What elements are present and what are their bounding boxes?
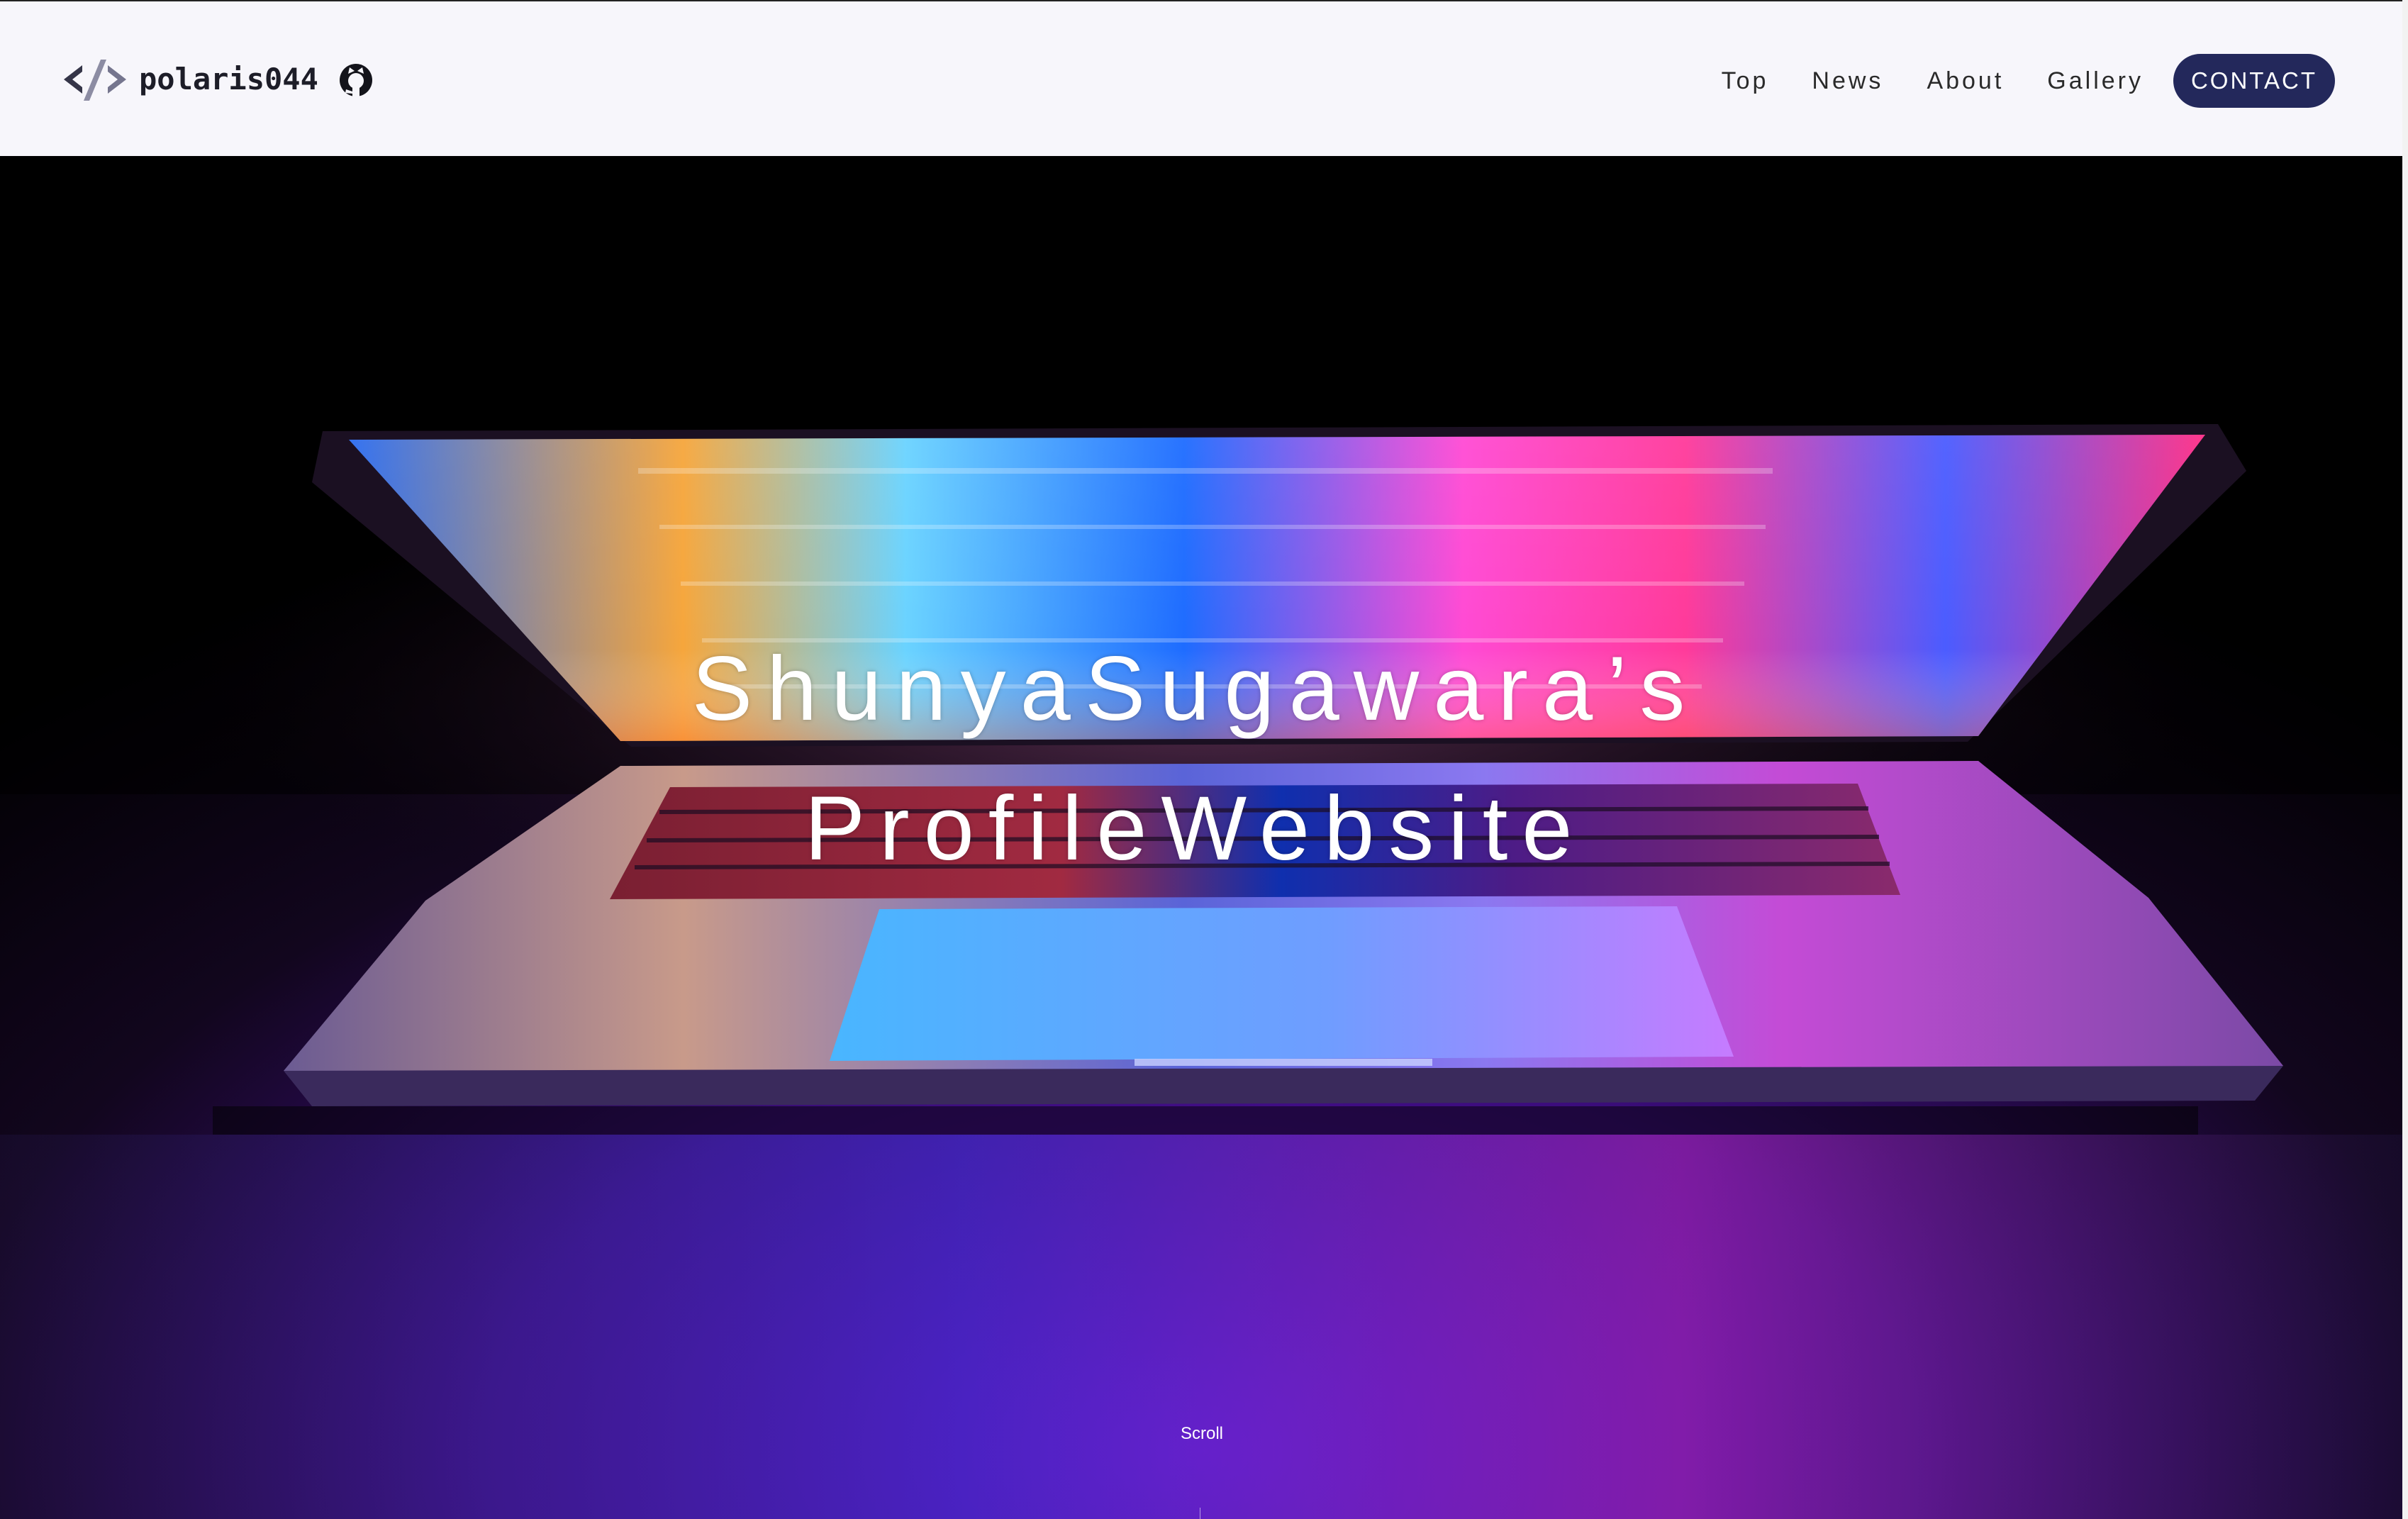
page: polaris044 Top News About Gallery CONTAC… bbox=[0, 0, 2408, 1519]
hero-title-line2: ProfileWebsite bbox=[804, 778, 1587, 879]
main-nav: Top News About Gallery CONTACT bbox=[1722, 54, 2335, 108]
hero-title-line1: ShunyaSugawara’s bbox=[691, 638, 1700, 740]
brand[interactable]: polaris044 bbox=[62, 52, 318, 106]
site-header: polaris044 Top News About Gallery CONTAC… bbox=[0, 0, 2402, 156]
github-icon[interactable] bbox=[336, 60, 376, 100]
contact-button[interactable]: CONTACT bbox=[2173, 54, 2335, 108]
page-scrollbar[interactable] bbox=[2402, 0, 2408, 1519]
nav-about[interactable]: About bbox=[1927, 67, 2004, 95]
code-brackets-icon bbox=[64, 60, 126, 101]
brand-name: polaris044 bbox=[139, 62, 318, 96]
scroll-indicator-label[interactable]: Scroll bbox=[1172, 1425, 1232, 1442]
hero-section: ShunyaSugawara’s ProfileWebsite Scroll bbox=[0, 156, 2402, 1519]
nav-news[interactable]: News bbox=[1812, 67, 1883, 95]
nav-top[interactable]: Top bbox=[1722, 67, 1769, 95]
nav-gallery[interactable]: Gallery bbox=[2047, 67, 2144, 95]
